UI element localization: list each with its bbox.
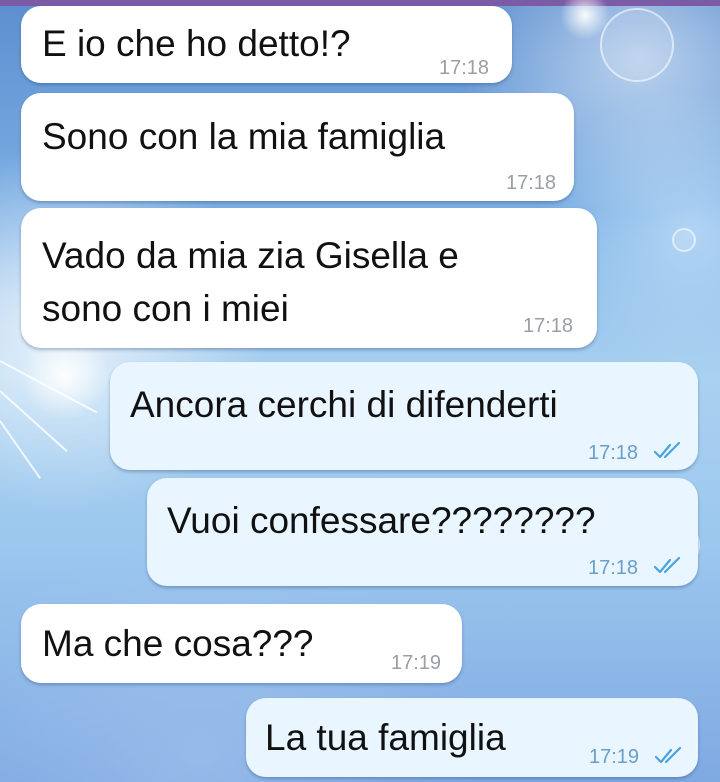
message-text-line: sono con i miei (42, 288, 289, 329)
outgoing-message-bubble[interactable]: Ancora cerchi di difenderti 17:18 (110, 362, 698, 470)
message-text: Vuoi confessare???????? (167, 500, 596, 541)
outgoing-message-bubble[interactable]: Vuoi confessare???????? 17:18 (147, 478, 698, 586)
bokeh-decoration (600, 8, 674, 82)
incoming-message-bubble[interactable]: Ma che cosa??? 17:19 (21, 604, 462, 683)
incoming-message-bubble[interactable]: E io che ho detto!? 17:18 (21, 6, 512, 83)
message-text: E io che ho detto!? (42, 23, 351, 64)
message-time: 17:18 (506, 172, 557, 194)
message-time: 17:19 (391, 652, 442, 674)
message-time: 17:18 (523, 315, 574, 337)
double-check-icon (653, 557, 681, 574)
message-text: Sono con la mia famiglia (42, 116, 446, 157)
message-text: Ma che cosa??? (42, 623, 314, 664)
double-check-icon (653, 442, 681, 459)
message-time: 17:18 (439, 57, 490, 79)
frost-branch-decoration (0, 420, 41, 479)
message-text: La tua famiglia (265, 717, 506, 758)
incoming-message-bubble[interactable]: Vado da mia zia Gisella e sono con i mie… (21, 208, 597, 348)
outgoing-message-bubble[interactable]: La tua famiglia 17:19 (246, 698, 698, 777)
message-text: Ancora cerchi di difenderti (130, 384, 558, 425)
message-time: 17:18 (588, 557, 639, 579)
bokeh-decoration (672, 228, 696, 252)
incoming-message-bubble[interactable]: Sono con la mia famiglia 17:18 (21, 93, 574, 201)
message-time: 17:19 (589, 746, 640, 768)
message-text-line: Vado da mia zia Gisella e (42, 235, 459, 276)
message-time: 17:18 (588, 442, 639, 464)
double-check-icon (654, 747, 682, 764)
